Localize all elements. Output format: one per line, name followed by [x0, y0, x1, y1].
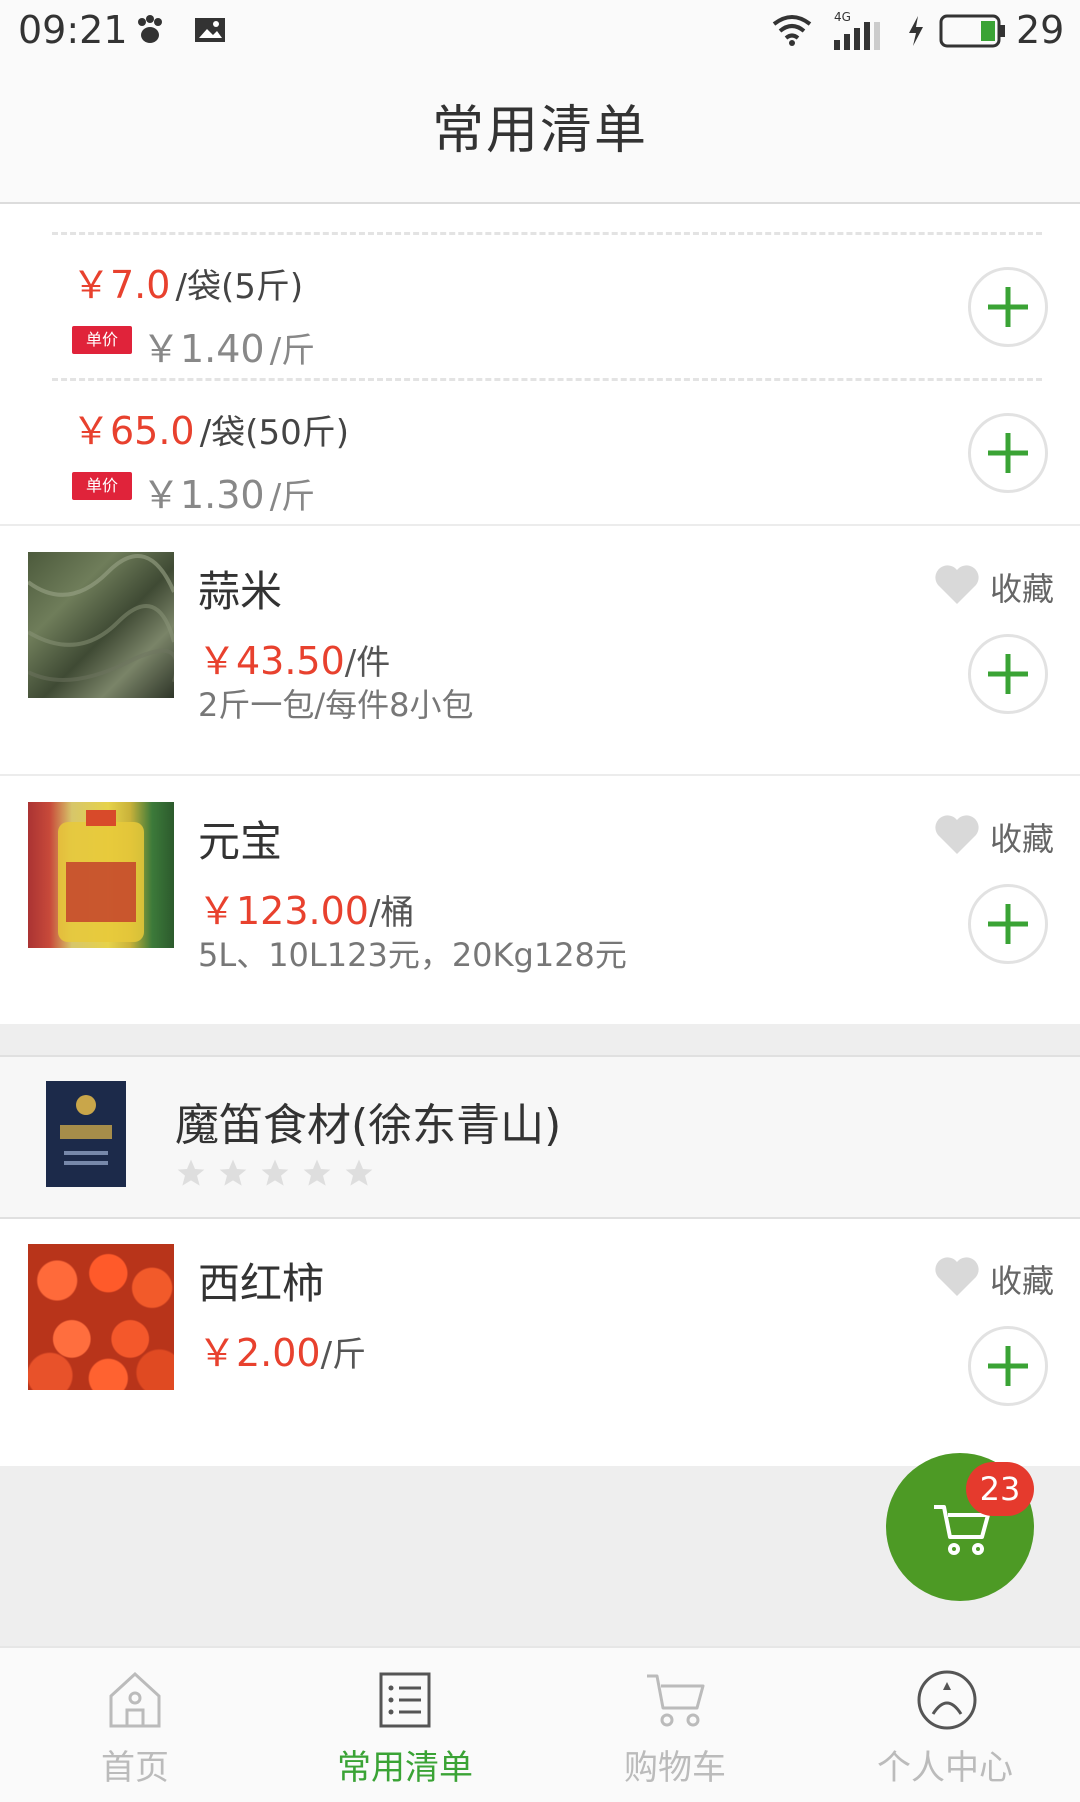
nav-item-cart[interactable]: 购物车 [540, 1648, 810, 1802]
cart-icon [647, 1674, 705, 1727]
add-button[interactable] [968, 634, 1048, 714]
nav-label: 常用清单 [337, 1748, 473, 1788]
product-image[interactable] [28, 1244, 174, 1390]
nav-item-list[interactable]: 常用清单 [270, 1648, 540, 1802]
price-option-2: ￥65.0 /袋(50斤) [72, 400, 349, 455]
charging-icon [909, 16, 923, 46]
heart-icon [935, 1257, 979, 1296]
product-name[interactable]: 西红柿 [198, 1250, 324, 1311]
list-icon [379, 1672, 431, 1728]
star-icon [219, 1159, 247, 1186]
product-price: ￥123.00/桶 [198, 889, 415, 933]
favorite-button[interactable]: 收藏 [934, 562, 1054, 608]
battery-level: 29 [1016, 8, 1065, 52]
price-option-1: ￥7.0 /袋(5斤) [72, 254, 303, 309]
divider [0, 774, 1080, 776]
product-image[interactable] [28, 552, 174, 698]
nav-label: 个人中心 [877, 1748, 1013, 1788]
unit-price-tag: 单价 [72, 472, 132, 500]
favorite-label: 收藏 [990, 1262, 1055, 1300]
wifi-icon [772, 15, 812, 46]
cart-count-badge: 23 [966, 1462, 1034, 1516]
product-price: ￥43.50/件 [198, 639, 391, 683]
nav-item-profile[interactable]: 个人中心 [810, 1648, 1080, 1802]
star-icon [345, 1159, 373, 1186]
divider [52, 378, 1042, 381]
favorite-button[interactable]: 收藏 [934, 1254, 1054, 1300]
unit-price: ￥1.40 /斤 [142, 327, 316, 371]
paw-icon [138, 15, 162, 43]
unit-price-tag: 单价 [72, 326, 132, 354]
product-price: ￥2.00/斤 [198, 1331, 367, 1375]
store-name[interactable]: 魔笛食材(徐东青山) [175, 1089, 561, 1153]
add-button[interactable] [968, 1326, 1048, 1406]
favorite-label: 收藏 [990, 820, 1055, 858]
store-logo [46, 1081, 126, 1187]
page-title: 常用清单 [431, 101, 648, 161]
product-name[interactable]: 蒜米 [198, 558, 282, 619]
option-price: ￥7.0 [72, 263, 171, 307]
nav-label: 购物车 [624, 1748, 726, 1788]
divider [0, 524, 1080, 526]
add-button[interactable] [968, 413, 1048, 493]
add-button[interactable] [968, 884, 1048, 964]
home-icon [109, 1671, 161, 1728]
product-name[interactable]: 元宝 [198, 808, 282, 869]
profile-icon [917, 1670, 977, 1730]
heart-icon [935, 815, 979, 854]
divider [52, 232, 1042, 235]
favorite-label: 收藏 [990, 570, 1055, 608]
image-icon [195, 18, 225, 42]
status-time: 09:21 [18, 8, 128, 52]
battery-icon [939, 14, 1005, 48]
bottom-nav: 首页 常用清单 购物车 个人中心 [0, 1646, 1080, 1802]
star-icon [261, 1159, 289, 1186]
nav-item-home[interactable]: 首页 [0, 1648, 270, 1802]
nav-label: 首页 [101, 1748, 169, 1788]
page-header: 常用清单 [0, 60, 1080, 204]
signal-icon [834, 22, 880, 50]
favorite-button[interactable]: 收藏 [934, 812, 1054, 858]
status-bar: 09:21 4G 29 [0, 0, 1080, 60]
store-rating [175, 1157, 375, 1191]
heart-icon [935, 565, 979, 604]
section-gap [0, 1024, 1080, 1055]
product-image[interactable] [28, 802, 174, 948]
store-header[interactable]: 魔笛食材(徐东青山) [0, 1055, 1080, 1219]
option-unit: /袋(5斤) [175, 267, 304, 307]
add-button[interactable] [968, 267, 1048, 347]
unit-price: ￥1.30 /斤 [142, 473, 316, 517]
option-unit: /袋(50斤) [199, 413, 349, 453]
star-icon [303, 1159, 331, 1186]
product-desc: 2斤一包/每件8小包 [198, 686, 474, 724]
product-desc: 5L、10L123元，20Kg128元 [198, 936, 627, 974]
star-icon [177, 1159, 205, 1186]
option-price: ￥65.0 [72, 409, 195, 453]
